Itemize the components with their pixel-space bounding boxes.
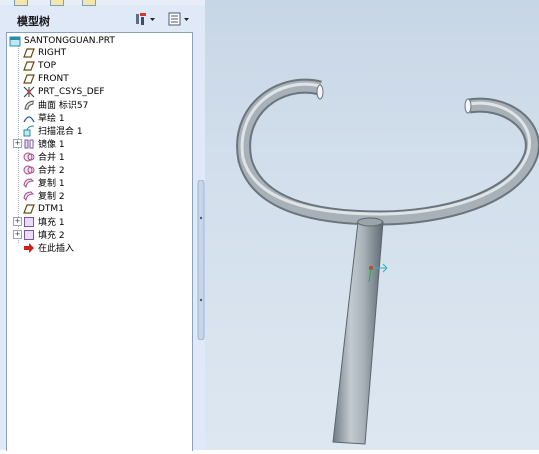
- tree-item-csys[interactable]: PRT_CSYS_DEF: [23, 85, 105, 98]
- datum-plane-icon: [23, 203, 35, 215]
- tree-item-label: TOP: [38, 60, 57, 71]
- top-toolbar-strip: [0, 0, 205, 6]
- datum-plane-icon: [23, 73, 35, 85]
- tree-item-label: 填充 1: [38, 218, 65, 228]
- tree-item-front[interactable]: FRONT: [23, 72, 69, 85]
- tree-show-icon: [168, 12, 189, 26]
- tree-item-label: 复制 2: [38, 192, 65, 202]
- tree-item-fill-2[interactable]: 填充 2: [23, 228, 65, 241]
- tree-item-right[interactable]: RIGHT: [23, 46, 66, 59]
- tree-settings-button[interactable]: [134, 10, 156, 28]
- insert-here-arrow-icon: [23, 242, 35, 254]
- expand-fill-2-toggle[interactable]: +: [13, 230, 22, 239]
- graphics-viewport[interactable]: [205, 0, 539, 450]
- tree-item-swept-blend[interactable]: 扫描混合 1: [23, 124, 83, 137]
- tree-item-insert-here[interactable]: 在此插入: [23, 241, 74, 254]
- tree-item-label: 草绘 1: [38, 114, 65, 124]
- merge-icon: [23, 164, 35, 176]
- tree-item-label: 复制 1: [38, 179, 65, 189]
- datum-plane-icon: [23, 47, 35, 59]
- tube-end-left: [316, 84, 324, 100]
- tree-settings-icon: [136, 13, 155, 25]
- fill-icon: [23, 216, 35, 228]
- model-tree: SANTONGGUAN.PRT RIGHT TOP FRONT PRT_CSYS…: [6, 32, 193, 451]
- model-tree-panel: 模型树 SANTONGGUAN.PRT RIGHT TOP FRONT PRT_…: [0, 0, 205, 451]
- tree-item-label: 合并 2: [38, 166, 65, 176]
- tree-item-label: 曲面 标识57: [38, 101, 89, 111]
- tree-show-button[interactable]: [167, 10, 191, 28]
- sketch-icon: [23, 112, 35, 124]
- tree-item-surface[interactable]: 曲面 标识57: [23, 98, 88, 111]
- fill-icon: [23, 229, 35, 241]
- tree-item-label: DTM1: [38, 203, 64, 214]
- mirror-icon: [23, 138, 35, 150]
- copy-icon: [23, 190, 35, 202]
- datum-plane-icon: [23, 60, 35, 72]
- tree-item-label: 在此插入: [38, 244, 75, 254]
- tree-item-label: FRONT: [38, 73, 69, 84]
- part-icon: [9, 35, 21, 47]
- tree-item-mirror[interactable]: 镜像 1: [23, 137, 65, 150]
- coordinate-system-icon: [23, 86, 35, 98]
- stem-pipe: [332, 217, 384, 445]
- model-3d-view: [236, 78, 539, 445]
- tree-item-copy-2[interactable]: 复制 2: [23, 189, 65, 202]
- tree-item-label: 合并 1: [38, 153, 65, 163]
- tube-end-right: [464, 98, 472, 114]
- tree-item-dtm1[interactable]: DTM1: [23, 202, 64, 215]
- copy-icon: [23, 177, 35, 189]
- tree-item-fill-1[interactable]: 填充 1: [23, 215, 65, 228]
- tree-item-copy-1[interactable]: 复制 1: [23, 176, 65, 189]
- tree-root-label: SANTONGGUAN.PRT: [24, 35, 115, 46]
- tree-item-top[interactable]: TOP: [23, 59, 56, 72]
- tree-item-merge-1[interactable]: 合并 1: [23, 150, 65, 163]
- panel-title: 模型树: [17, 15, 50, 28]
- tree-item-label: 填充 2: [38, 231, 65, 241]
- tree-item-sketch[interactable]: 草绘 1: [23, 111, 65, 124]
- expand-mirror-toggle[interactable]: +: [13, 139, 22, 148]
- tree-item-label: 镜像 1: [38, 140, 65, 150]
- panel-splitter[interactable]: [197, 179, 205, 341]
- curved-tube: [236, 78, 539, 226]
- tree-item-merge-2[interactable]: 合并 2: [23, 163, 65, 176]
- tree-item-label: 扫描混合 1: [38, 127, 83, 137]
- swept-blend-icon: [23, 125, 35, 137]
- expand-fill-1-toggle[interactable]: +: [13, 217, 22, 226]
- tree-item-label: PRT_CSYS_DEF: [38, 86, 105, 97]
- tree-item-label: RIGHT: [38, 47, 67, 58]
- merge-icon: [23, 151, 35, 163]
- model-tree-header: 模型树: [0, 6, 200, 32]
- surface-icon: [23, 99, 35, 111]
